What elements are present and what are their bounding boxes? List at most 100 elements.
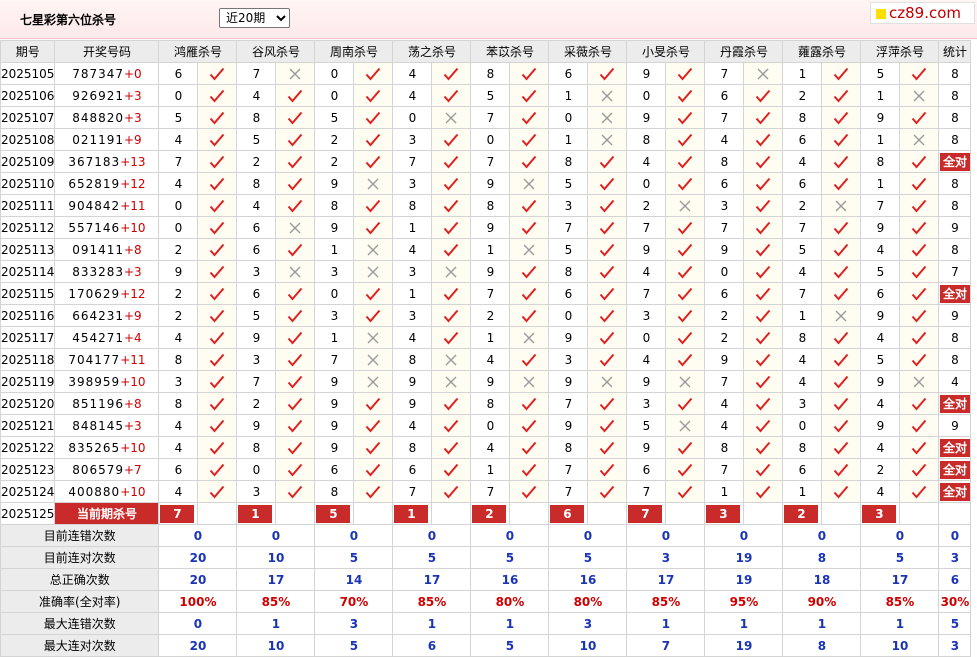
check-icon (197, 62, 238, 85)
draw-sum: +9 (124, 132, 142, 147)
cross-icon (275, 216, 316, 239)
stat-cell: 全对 (938, 282, 972, 305)
stats-value: 80% (548, 590, 628, 613)
kill-number: 7 (314, 348, 355, 371)
kill-number: 4 (470, 436, 511, 459)
stats-value: 0 (626, 524, 706, 547)
draw-digits: 400880 (68, 484, 121, 499)
kill-number: 6 (626, 458, 667, 481)
check-icon (275, 172, 316, 195)
kill-number: 2 (470, 304, 511, 327)
kill-number: 6 (392, 458, 433, 481)
stats-row: 目前连错次数 0 0 0 0 0 0 0 0 0 0 0 (0, 524, 972, 547)
kill-number: 5 (548, 172, 589, 195)
kill-number: 2 (158, 282, 199, 305)
check-icon (665, 172, 706, 195)
check-icon (275, 458, 316, 481)
check-icon (431, 304, 472, 327)
draw-sum: +3 (124, 418, 142, 433)
check-icon (665, 436, 706, 459)
stats-value: 0 (314, 524, 394, 547)
kill-number: 4 (392, 414, 433, 437)
check-icon (743, 392, 784, 415)
check-icon (275, 106, 316, 129)
stats-value: 5 (860, 546, 940, 569)
stats-value: 0 (548, 524, 628, 547)
kill-number: 2 (314, 128, 355, 151)
kill-number: 4 (860, 436, 901, 459)
check-icon (899, 392, 940, 415)
stats-value: 3 (314, 612, 394, 635)
draw-sum: +3 (124, 88, 142, 103)
kill-number: 6 (704, 282, 745, 305)
stats-value: 10 (236, 634, 316, 657)
current-kill-cell: 2 (470, 502, 511, 525)
check-icon (197, 326, 238, 349)
stat-cell: 9 (938, 414, 972, 437)
kill-number: 4 (782, 260, 823, 283)
check-icon (743, 436, 784, 459)
kill-number: 8 (236, 436, 277, 459)
table-row: 2025120 851196+8 8 2 9 9 8 7 3 4 3 4 全对 (0, 392, 972, 415)
kill-number: 4 (860, 480, 901, 503)
kill-number: 4 (782, 348, 823, 371)
kill-number: 3 (782, 392, 823, 415)
kill-number: 3 (548, 348, 589, 371)
kill-number: 6 (236, 238, 277, 261)
kill-number: 1 (782, 480, 823, 503)
kill-number: 9 (626, 436, 667, 459)
stats-value: 19 (704, 634, 784, 657)
draw-digits: 833283 (72, 264, 124, 279)
check-icon (743, 304, 784, 327)
period-cell: 2025122 (0, 436, 56, 459)
draw-digits: 835265 (68, 440, 121, 455)
check-icon (431, 414, 472, 437)
current-kill-number: 3 (706, 504, 741, 523)
site-logo[interactable]: cz89.com (870, 2, 975, 24)
kill-number: 8 (470, 62, 511, 85)
check-icon (665, 238, 706, 261)
kill-number: 9 (626, 106, 667, 129)
draw-digits: 557146 (68, 220, 121, 235)
check-icon (587, 172, 628, 195)
kill-number: 9 (860, 370, 901, 393)
check-icon (509, 62, 550, 85)
cross-icon (665, 414, 706, 437)
stat-cell: 8 (938, 238, 972, 261)
kill-number: 5 (626, 414, 667, 437)
draw-sum: +10 (120, 440, 146, 455)
kill-number: 2 (158, 304, 199, 327)
current-kill-cell: 2 (782, 502, 823, 525)
all-correct-badge: 全对 (939, 152, 970, 171)
stats-value: 3 (626, 546, 706, 569)
stats-label: 目前连错次数 (0, 524, 160, 547)
stats-value: 3 (938, 546, 972, 569)
stat-cell: 8 (938, 326, 972, 349)
kill-number: 6 (314, 458, 355, 481)
stats-value: 10 (860, 634, 940, 657)
current-kill-number: 5 (316, 504, 351, 523)
kill-number: 7 (704, 216, 745, 239)
kill-number: 7 (470, 106, 511, 129)
table-row: 2025110 652819+12 4 8 9 3 9 5 0 6 6 1 8 (0, 172, 972, 195)
stats-value: 20 (158, 546, 238, 569)
current-kill-label: 当前期杀号 (54, 502, 160, 525)
draw-number-cell: 904842+11 (54, 194, 160, 217)
current-kill-number: 1 (238, 504, 273, 523)
table-row: 2025105 787347+0 6 7 0 4 8 6 9 7 1 5 8 (0, 62, 972, 85)
draw-sum: +13 (120, 154, 146, 169)
period-range-select[interactable]: 近20期 (219, 8, 290, 28)
check-icon (587, 392, 628, 415)
table-row: 2025116 664231+9 2 5 3 3 2 0 3 2 1 9 9 (0, 304, 972, 327)
draw-sum: +7 (124, 462, 142, 477)
stats-value: 85% (860, 590, 940, 613)
stats-value: 0 (158, 524, 238, 547)
kill-number: 1 (392, 216, 433, 239)
kill-number: 5 (860, 348, 901, 371)
kill-number: 9 (236, 414, 277, 437)
kill-number: 8 (548, 436, 589, 459)
draw-number-cell: 787347+0 (54, 62, 160, 85)
stats-value: 5 (470, 546, 550, 569)
kill-number: 7 (626, 282, 667, 305)
kill-number: 9 (626, 238, 667, 261)
